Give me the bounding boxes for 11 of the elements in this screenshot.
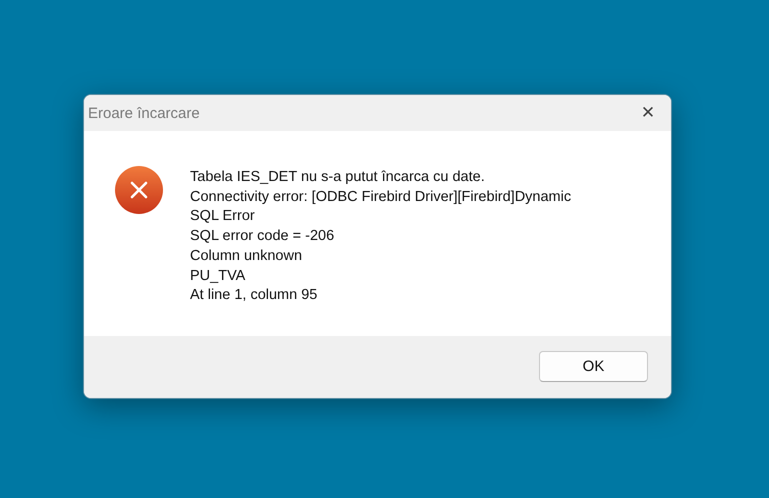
close-button[interactable]: ✕ <box>625 95 671 131</box>
message-line: SQL Error <box>190 207 256 226</box>
message-line: Tabela IES_DET nu s-a putut încarca cu date. <box>190 168 486 187</box>
message-line: Column unknown <box>190 246 304 266</box>
ok-button[interactable]: OK <box>539 351 648 382</box>
message-line: At line 1, column 95 <box>190 286 318 306</box>
message-line: SQL error code = -206 <box>190 227 336 246</box>
message-line: PU_TVA <box>190 266 246 286</box>
window-title: Eroare încarcare <box>88 104 200 122</box>
error-icon <box>115 166 163 214</box>
message-line: Connectivity error: [ODBC Firebird Driver][Firebird]Dynamic <box>190 188 572 207</box>
